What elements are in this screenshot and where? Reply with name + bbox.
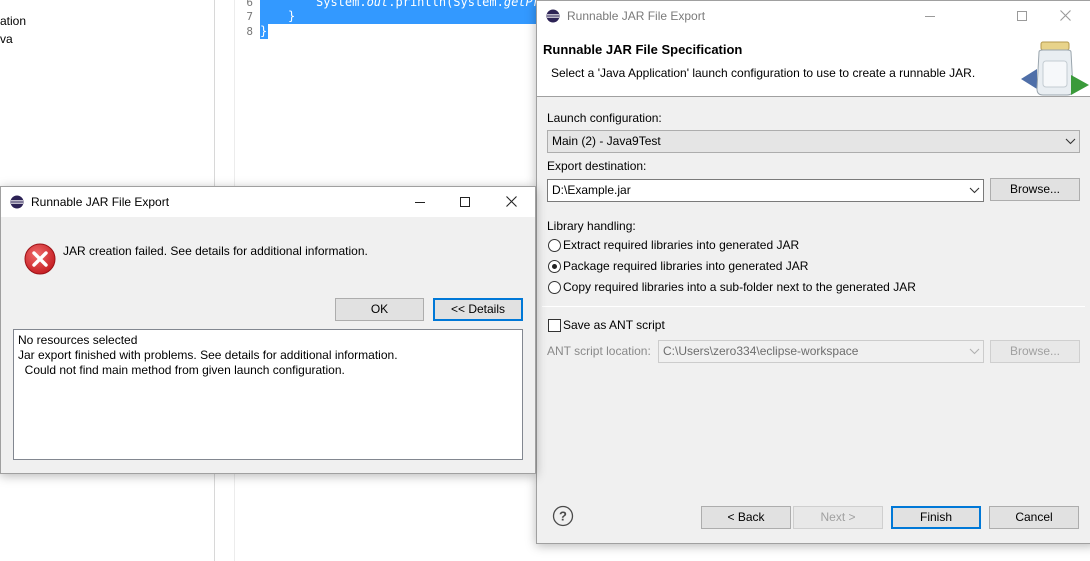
- close-icon: [1059, 10, 1071, 21]
- maximize-icon: [460, 197, 470, 207]
- code-token: System.: [316, 0, 367, 9]
- export-destination-label: Export destination:: [547, 159, 647, 173]
- launch-config-select[interactable]: Main (2) - Java9Test: [547, 130, 1080, 153]
- line-number: 7: [246, 10, 253, 23]
- ant-location-field: C:\Users\zero334\eclipse-workspace: [658, 340, 984, 363]
- radio-package-libraries[interactable]: [548, 260, 561, 273]
- export-destination-value: D:\Example.jar: [552, 183, 631, 197]
- finish-button[interactable]: Finish: [891, 506, 981, 529]
- maximize-icon: [1017, 11, 1027, 21]
- launch-config-label: Launch configuration:: [547, 111, 662, 125]
- jar-export-wizard: Runnable JAR File Export Runnable JAR Fi…: [536, 0, 1090, 544]
- eclipse-icon: [546, 9, 560, 23]
- error-icon: [24, 243, 56, 275]
- maximize-button[interactable]: [442, 187, 488, 217]
- error-details-area[interactable]: No resources selected Jar export finishe…: [13, 329, 523, 460]
- close-button[interactable]: [1042, 1, 1088, 31]
- code-line-7: }: [288, 9, 296, 23]
- wizard-page-title: Runnable JAR File Specification: [543, 42, 743, 57]
- ant-location-label: ANT script location:: [547, 344, 651, 358]
- details-line: Could not find main method from given la…: [18, 363, 345, 377]
- maximize-button[interactable]: [999, 1, 1045, 31]
- chevron-down-icon: [969, 348, 980, 355]
- error-message: JAR creation failed. See details for add…: [63, 244, 368, 258]
- save-ant-checkbox[interactable]: [548, 319, 561, 332]
- jar-wizard-banner-icon: [1021, 41, 1089, 96]
- cancel-button[interactable]: Cancel: [989, 506, 1079, 529]
- details-line: Jar export finished with problems. See d…: [18, 348, 398, 362]
- close-icon: [505, 196, 517, 207]
- ant-location-value: C:\Users\zero334\eclipse-workspace: [663, 344, 859, 358]
- error-dialog-title: Runnable JAR File Export: [31, 195, 170, 209]
- radio-label[interactable]: Copy required libraries into a sub-folde…: [563, 280, 916, 294]
- details-button[interactable]: << Details: [433, 298, 523, 321]
- radio-extract-libraries[interactable]: [548, 239, 561, 252]
- minimize-icon: [415, 202, 425, 203]
- wizard-titlebar[interactable]: Runnable JAR File Export: [537, 1, 1090, 31]
- radio-label[interactable]: Package required libraries into generate…: [563, 259, 808, 273]
- line-number: 8: [246, 25, 253, 38]
- error-dialog-titlebar[interactable]: Runnable JAR File Export: [1, 187, 535, 217]
- library-handling-label: Library handling:: [547, 219, 636, 233]
- code-line-8: }: [260, 24, 268, 38]
- wizard-page-description: Select a 'Java Application' launch confi…: [551, 66, 976, 80]
- radio-label[interactable]: Extract required libraries into generate…: [563, 238, 799, 252]
- wizard-banner: Runnable JAR File Specification Select a…: [537, 31, 1090, 97]
- code-token: out: [366, 0, 389, 9]
- wizard-title: Runnable JAR File Export: [567, 9, 706, 23]
- radio-copy-libraries[interactable]: [548, 281, 561, 294]
- jar-export-error-dialog: Runnable JAR File Export JAR creation fa…: [0, 186, 536, 474]
- explorer-tree-item[interactable]: va: [0, 32, 13, 46]
- save-ant-label[interactable]: Save as ANT script: [563, 318, 665, 332]
- launch-config-value: Main (2) - Java9Test: [552, 134, 661, 148]
- next-button: Next >: [793, 506, 883, 529]
- minimize-icon: [925, 16, 935, 17]
- help-icon[interactable]: ?: [552, 505, 574, 527]
- browse-button[interactable]: Browse...: [990, 178, 1080, 201]
- code-token: .println(System.: [388, 0, 504, 9]
- chevron-down-icon[interactable]: [966, 180, 983, 201]
- close-button[interactable]: [488, 187, 534, 217]
- ant-browse-button: Browse...: [990, 340, 1080, 363]
- chevron-down-icon: [1065, 138, 1076, 145]
- export-destination-field[interactable]: D:\Example.jar: [547, 179, 984, 202]
- code-line-6: System.out.println(System.getPro: [316, 0, 547, 9]
- line-number: 6: [246, 0, 253, 9]
- back-button[interactable]: < Back: [701, 506, 791, 529]
- section-divider: [542, 306, 1085, 307]
- ok-button[interactable]: OK: [335, 298, 424, 321]
- radio-selected-dot: [552, 264, 557, 269]
- eclipse-icon: [10, 195, 24, 209]
- minimize-button[interactable]: [397, 187, 443, 217]
- svg-text:?: ?: [559, 509, 567, 524]
- details-line: No resources selected: [18, 333, 138, 347]
- minimize-button[interactable]: [907, 1, 953, 31]
- explorer-tree-item[interactable]: ation: [0, 14, 26, 28]
